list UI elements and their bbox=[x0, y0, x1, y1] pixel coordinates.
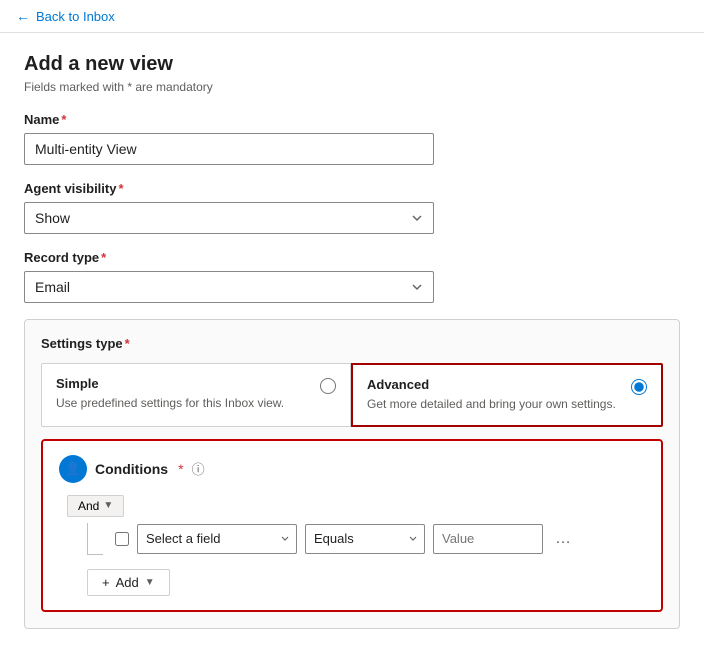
agent-visibility-select[interactable]: Show bbox=[24, 202, 434, 234]
conditions-title-label: Conditions bbox=[95, 461, 168, 477]
name-label: Name* bbox=[24, 112, 680, 127]
simple-option[interactable]: Simple Use predefined settings for this … bbox=[41, 363, 351, 427]
agent-visibility-required: * bbox=[118, 181, 123, 196]
agent-visibility-group: Agent visibility* Show bbox=[24, 181, 680, 234]
info-icon[interactable]: ⓘ bbox=[192, 459, 205, 478]
simple-option-title: Simple bbox=[56, 376, 312, 391]
advanced-option-text: Advanced Get more detailed and bring you… bbox=[367, 377, 623, 413]
condition-checkbox[interactable] bbox=[115, 532, 129, 546]
simple-radio[interactable] bbox=[320, 378, 336, 394]
settings-type-container: Settings type* Simple Use predefined set… bbox=[24, 319, 680, 629]
advanced-radio[interactable] bbox=[631, 379, 647, 395]
and-button[interactable]: And ▼ bbox=[67, 495, 124, 517]
back-to-inbox-label: Back to Inbox bbox=[36, 9, 115, 24]
record-type-group: Record type* Email bbox=[24, 250, 680, 303]
value-input[interactable] bbox=[433, 524, 543, 554]
page-title: Add a new view bbox=[24, 53, 680, 76]
back-to-inbox-link[interactable]: ← Back to Inbox bbox=[16, 8, 688, 24]
equals-select[interactable]: Equals bbox=[305, 524, 425, 554]
advanced-option-desc: Get more detailed and bring your own set… bbox=[367, 396, 623, 413]
top-bar: ← Back to Inbox bbox=[0, 0, 704, 33]
mandatory-note: Fields marked with * are mandatory bbox=[24, 80, 680, 94]
add-label: Add bbox=[116, 575, 139, 590]
tree-line bbox=[87, 523, 103, 555]
name-input[interactable] bbox=[24, 133, 434, 165]
condition-row: Select a field Equals … bbox=[67, 523, 645, 555]
conditions-header: 👤 Conditions * ⓘ bbox=[59, 455, 645, 483]
settings-type-required: * bbox=[125, 336, 130, 351]
main-content: Add a new view Fields marked with * are … bbox=[0, 33, 704, 649]
conditions-icon: 👤 bbox=[59, 455, 87, 483]
settings-options: Simple Use predefined settings for this … bbox=[41, 363, 663, 427]
simple-option-desc: Use predefined settings for this Inbox v… bbox=[56, 395, 312, 412]
conditions-required: * bbox=[178, 461, 183, 477]
more-options-button[interactable]: … bbox=[551, 528, 575, 550]
conditions-icon-text: 👤 bbox=[65, 461, 81, 477]
conditions-body: And ▼ Select a field Equals … bbox=[59, 495, 645, 596]
record-type-select[interactable]: Email bbox=[24, 271, 434, 303]
record-type-required: * bbox=[101, 250, 106, 265]
back-arrow-icon: ← bbox=[16, 8, 30, 24]
and-label: And bbox=[78, 499, 99, 513]
simple-option-text: Simple Use predefined settings for this … bbox=[56, 376, 312, 412]
conditions-section: 👤 Conditions * ⓘ And ▼ Select a field bbox=[41, 439, 663, 612]
name-required: * bbox=[61, 112, 66, 127]
record-type-label: Record type* bbox=[24, 250, 680, 265]
name-group: Name* bbox=[24, 112, 680, 165]
advanced-option[interactable]: Advanced Get more detailed and bring you… bbox=[351, 363, 663, 427]
advanced-option-title: Advanced bbox=[367, 377, 623, 392]
add-plus-icon: + bbox=[102, 575, 110, 590]
add-button[interactable]: + Add ▼ bbox=[87, 569, 170, 596]
agent-visibility-label: Agent visibility* bbox=[24, 181, 680, 196]
field-select[interactable]: Select a field bbox=[137, 524, 297, 554]
and-chevron-icon: ▼ bbox=[103, 500, 113, 511]
add-chevron-icon: ▼ bbox=[145, 577, 155, 588]
settings-type-label: Settings type* bbox=[41, 336, 663, 351]
